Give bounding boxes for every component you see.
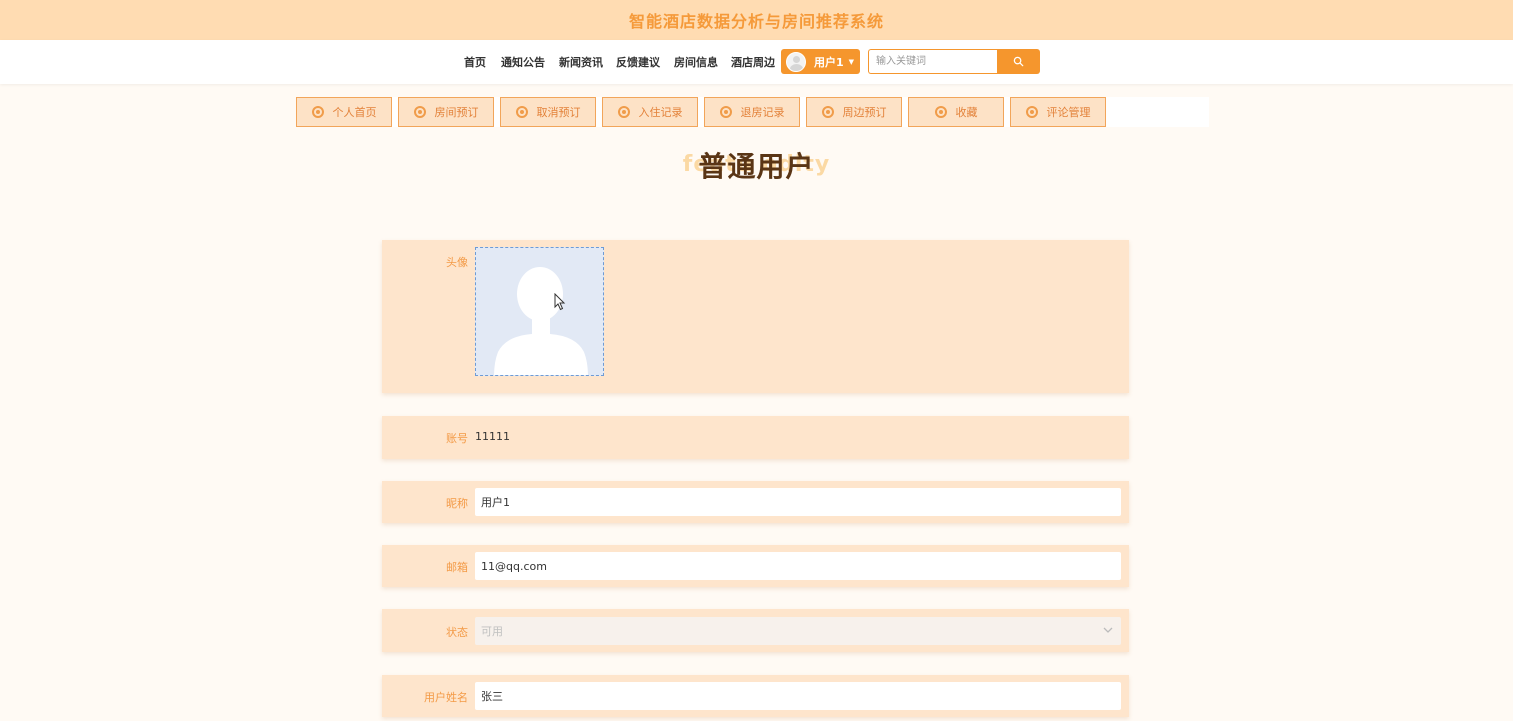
- user-avatar: [786, 51, 806, 72]
- main-nav: 首页 通知公告 新闻资讯 反馈建议 房间信息 酒店周边 用户1 ▼: [0, 40, 1513, 84]
- tab-label: 个人首页: [332, 106, 377, 119]
- circle-dot-icon: [1025, 106, 1038, 118]
- tab-profile-home[interactable]: 个人首页: [296, 97, 392, 127]
- form-row-status: 状态 可用: [382, 609, 1129, 652]
- nav-item-nearby[interactable]: 酒店周边: [731, 54, 775, 70]
- chevron-down-icon: ▼: [848, 57, 855, 66]
- tab-favorites[interactable]: 收藏: [908, 97, 1004, 127]
- site-title: 智能酒店数据分析与房间推荐系统: [628, 12, 884, 31]
- search-icon: [1013, 56, 1024, 67]
- circle-dot-icon: [515, 106, 528, 118]
- tab-label: 收藏: [955, 106, 978, 119]
- tab-cancel-booking[interactable]: 取消预订: [500, 97, 596, 127]
- form-row-nickname: 昵称 用户1: [382, 481, 1129, 523]
- user-menu-button[interactable]: 用户1 ▼: [781, 49, 860, 74]
- tab-label: 周边预订: [842, 106, 887, 119]
- email-label: 邮箱: [446, 561, 468, 574]
- tab-label: 评论管理: [1046, 106, 1091, 119]
- form-row-account: 账号 11111: [382, 416, 1129, 459]
- circle-dot-icon: [311, 106, 324, 118]
- chevron-down-icon: [1103, 627, 1113, 633]
- nav-item-news[interactable]: 新闻资讯: [559, 54, 603, 70]
- form-row-realname: 用户姓名 张三: [382, 675, 1129, 717]
- tab-label: 房间预订: [434, 106, 479, 119]
- user-center-tabs: 个人首页 房间预订 取消预订 入住记录 退房记录 周边预订 收藏 评论管理: [296, 97, 1209, 127]
- realname-label: 用户姓名: [424, 691, 468, 704]
- circle-dot-icon: [719, 106, 732, 118]
- search-button[interactable]: [997, 49, 1040, 74]
- tab-label: 退房记录: [740, 106, 785, 119]
- circle-dot-icon: [934, 106, 947, 118]
- tab-label: 入住记录: [638, 106, 683, 119]
- account-value: 11111: [475, 430, 510, 443]
- user-silhouette-icon: [494, 267, 588, 375]
- tab-checkout-records[interactable]: 退房记录: [704, 97, 800, 127]
- tab-nearby-booking[interactable]: 周边预订: [806, 97, 902, 127]
- nav-item-rooms[interactable]: 房间信息: [674, 54, 718, 70]
- realname-field[interactable]: 张三: [475, 682, 1121, 710]
- tab-comments[interactable]: 评论管理: [1010, 97, 1106, 127]
- search-input[interactable]: [868, 49, 998, 74]
- status-select[interactable]: 可用: [475, 617, 1121, 645]
- nickname-label: 昵称: [446, 497, 468, 510]
- top-banner: 智能酒店数据分析与房间推荐系统: [0, 0, 1513, 40]
- circle-dot-icon: [413, 106, 426, 118]
- page-title: 普通用户: [698, 150, 815, 183]
- email-field[interactable]: 11@qq.com: [475, 552, 1121, 580]
- avatar-upload[interactable]: [475, 247, 604, 376]
- status-label: 状态: [446, 626, 468, 639]
- nickname-field[interactable]: 用户1: [475, 488, 1121, 516]
- form-row-email: 邮箱 11@qq.com: [382, 545, 1129, 587]
- circle-dot-icon: [617, 106, 630, 118]
- user-name: 用户1: [814, 55, 844, 69]
- form-row-avatar: 头像: [382, 240, 1129, 393]
- mouse-cursor-icon: [554, 293, 566, 311]
- nav-item-home[interactable]: 首页: [464, 54, 486, 70]
- circle-dot-icon: [821, 106, 834, 118]
- avatar-label: 头像: [446, 256, 468, 269]
- account-label: 账号: [446, 432, 468, 445]
- nav-item-notices[interactable]: 通知公告: [501, 54, 545, 70]
- tab-checkin-records[interactable]: 入住记录: [602, 97, 698, 127]
- tab-label: 取消预订: [536, 106, 581, 119]
- tab-room-booking[interactable]: 房间预订: [398, 97, 494, 127]
- nav-item-feedback[interactable]: 反馈建议: [616, 54, 660, 70]
- status-value: 可用: [481, 625, 503, 638]
- page-heading: featu odity 普通用户: [0, 145, 1513, 185]
